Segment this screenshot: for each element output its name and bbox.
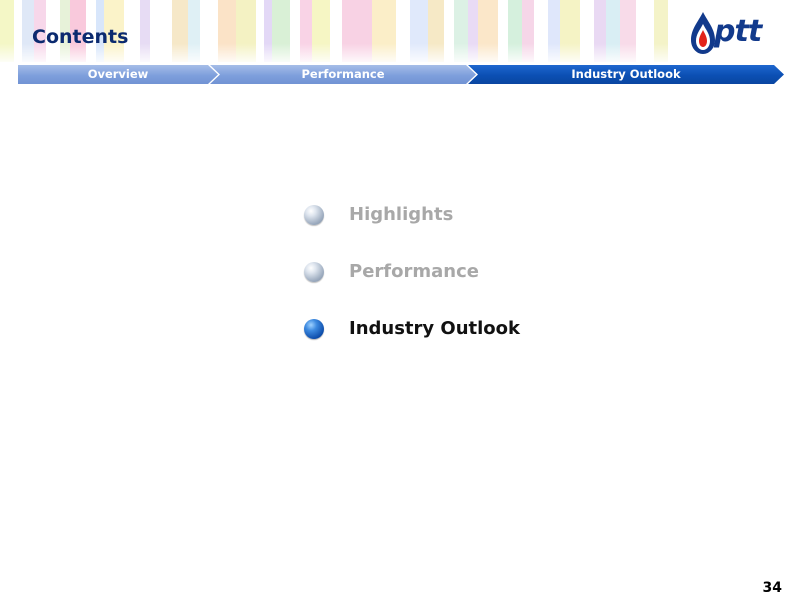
ptt-logo: ptt: [690, 10, 782, 56]
nav-item-industry-outlook[interactable]: Industry Outlook: [468, 65, 784, 84]
page-title: Contents: [32, 26, 129, 48]
sphere-bullet-icon: [304, 262, 324, 282]
nav-item-performance[interactable]: Performance: [210, 65, 476, 84]
slide: Contents ptt Overview Performance Indust…: [0, 0, 800, 600]
agenda-item-highlights[interactable]: Highlights: [304, 200, 604, 257]
sphere-bullet-icon: [304, 319, 324, 339]
agenda-item-performance[interactable]: Performance: [304, 257, 604, 314]
section-nav-bar: Overview Performance Industry Outlook: [18, 65, 784, 84]
logo-wordmark: ptt: [714, 14, 762, 49]
flame-drop-icon: [691, 12, 715, 54]
agenda-item-label: Highlights: [349, 204, 454, 225]
page-number: 34: [762, 580, 782, 596]
agenda-item-label: Industry Outlook: [349, 318, 520, 339]
agenda-item-label: Performance: [349, 261, 479, 282]
sphere-bullet-icon: [304, 205, 324, 225]
agenda-item-industry-outlook[interactable]: Industry Outlook: [304, 314, 604, 371]
agenda-list: Highlights Performance Industry Outlook: [304, 200, 604, 371]
nav-item-overview[interactable]: Overview: [18, 65, 218, 84]
